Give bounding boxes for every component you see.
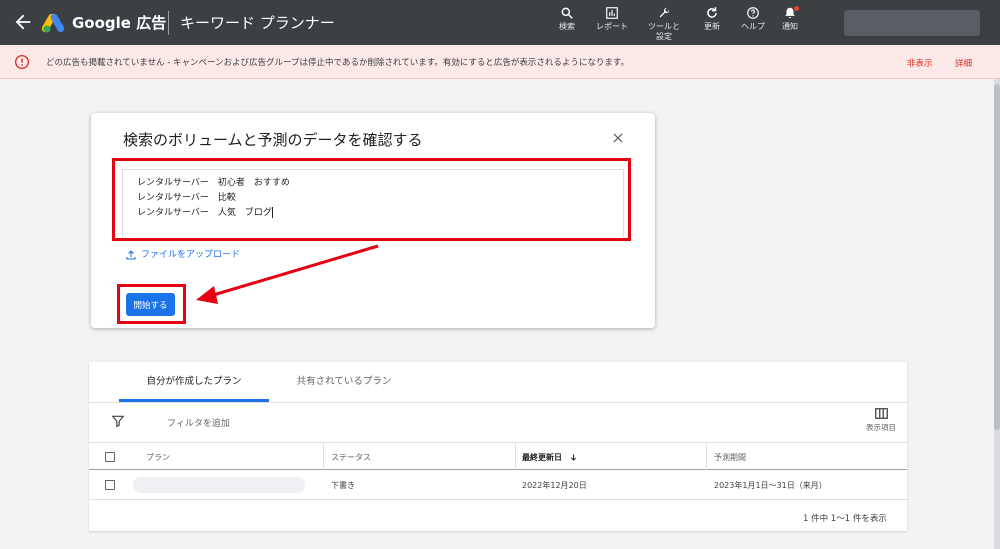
dismiss-link[interactable]: 非表示 <box>907 57 933 69</box>
tab-shared-plans[interactable]: 共有されているプラン <box>275 362 413 402</box>
wrench-icon <box>659 7 670 18</box>
refresh-label: 更新 <box>704 22 720 31</box>
row-checkbox[interactable] <box>105 480 115 490</box>
table-header-row: プラン ステータス 最終更新日 予測期間 <box>89 442 907 471</box>
report-icon <box>606 7 618 19</box>
column-separator <box>706 443 707 471</box>
search-icon <box>561 7 573 19</box>
row-status: 下書き <box>331 481 355 490</box>
select-all-checkbox[interactable] <box>105 452 115 462</box>
upload-icon <box>126 249 136 260</box>
alert-banner: どの広告も掲載されていません - キャンペーンおよび広告グループは停止中であるか… <box>0 45 1000 79</box>
top-app-bar: Google 広告 キーワード プランナー 検索 レポート ツールと 設定 更新 <box>0 0 1000 45</box>
column-header-forecast-period[interactable]: 予測期間 <box>714 452 746 463</box>
filter-icon[interactable] <box>111 414 125 428</box>
search-label: 検索 <box>559 22 575 31</box>
alert-message: どの広告も掲載されていません - キャンペーンおよび広告グループは停止中であるか… <box>46 58 630 68</box>
error-icon <box>15 55 29 69</box>
column-separator <box>323 443 324 471</box>
notification-dot <box>794 6 799 11</box>
help-icon <box>747 7 759 19</box>
columns-label: 表示項目 <box>866 423 896 432</box>
brand-divider <box>168 11 169 35</box>
column-header-last-updated[interactable]: 最終更新日 <box>522 452 578 463</box>
plan-name-redacted[interactable] <box>133 477 305 493</box>
brand-name: Google 広告 <box>72 14 167 32</box>
columns-button[interactable]: 表示項目 <box>861 408 901 433</box>
close-icon[interactable] <box>611 131 625 145</box>
column-header-status[interactable]: ステータス <box>331 452 371 463</box>
details-link[interactable]: 詳細 <box>955 57 972 69</box>
upload-file-link[interactable]: ファイルをアップロード <box>125 247 240 261</box>
last-updated-label: 最終更新日 <box>522 453 562 462</box>
annotation-highlight-box <box>112 158 631 241</box>
tools-settings-label: ツールと 設定 <box>648 22 680 41</box>
refresh-icon <box>707 7 717 18</box>
pagination-summary: 1 件中 1～1 件を表示 <box>803 514 887 524</box>
annotation-highlight-box <box>117 284 186 324</box>
scrollbar-thumb[interactable] <box>994 84 1000 430</box>
tab-my-plans[interactable]: 自分が作成したプラン <box>119 362 269 402</box>
row-forecast-period: 2023年1月1日～31日（来月） <box>714 481 827 490</box>
refresh-button[interactable]: 更新 <box>698 6 726 32</box>
notifications-button[interactable]: 通知 <box>776 6 804 32</box>
page-title: キーワード プランナー <box>180 14 335 32</box>
columns-icon <box>874 408 888 419</box>
help-label: ヘルプ <box>741 22 765 31</box>
search-button[interactable]: 検索 <box>552 6 582 32</box>
sort-down-arrow-icon <box>570 454 576 461</box>
keyword-volume-dialog: 検索のボリュームと予測のデータを確認する レンタルサーバー 初心者 おすすめ レ… <box>91 113 655 328</box>
help-button[interactable]: ヘルプ <box>736 6 770 32</box>
add-filter-link[interactable]: フィルタを追加 <box>167 416 230 429</box>
column-header-plan[interactable]: プラン <box>146 452 170 463</box>
tab-label: 自分が作成したプラン <box>146 376 242 387</box>
dialog-title: 検索のボリュームと予測のデータを確認する <box>123 131 423 149</box>
report-label: レポート <box>596 22 628 31</box>
table-row[interactable]: 下書き 2022年12月20日 2023年1月1日～31日（来月） <box>89 470 907 500</box>
notifications-label: 通知 <box>782 22 798 31</box>
tools-settings-button[interactable]: ツールと 設定 <box>644 6 684 42</box>
row-last-updated: 2022年12月20日 <box>522 481 587 490</box>
column-separator <box>515 443 516 471</box>
upload-label: ファイルをアップロード <box>141 250 241 260</box>
back-arrow-icon[interactable] <box>12 11 34 33</box>
report-button[interactable]: レポート <box>594 6 630 32</box>
google-ads-logo-icon <box>42 13 65 33</box>
tabs-divider <box>89 402 907 403</box>
plans-panel: 自分が作成したプラン 共有されているプラン フィルタを追加 表示項目 プラン ス… <box>89 362 907 531</box>
account-area[interactable] <box>844 10 980 36</box>
